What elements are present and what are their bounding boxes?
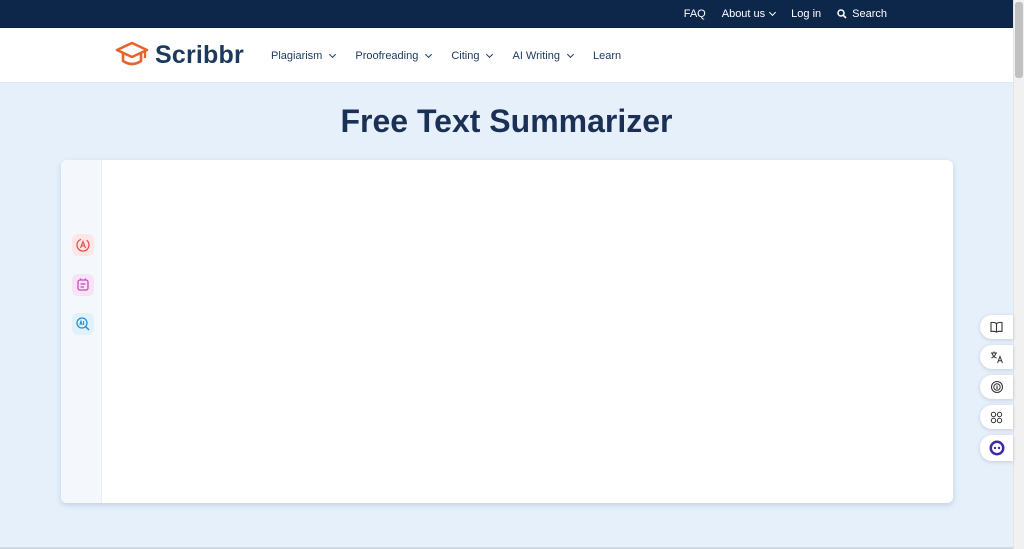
chat-bot-icon [989,440,1004,456]
chat-bot-float-button[interactable] [980,435,1013,461]
page-title: Free Text Summarizer [340,103,673,139]
apps-icon [990,411,1003,423]
chevron-down-icon [769,8,777,17]
translate-icon [990,351,1003,364]
nav-learn[interactable]: Learn [593,50,621,62]
nav-label: Proofreading [355,49,419,62]
search-label: Search [852,8,887,20]
search-link[interactable]: Search [837,8,887,20]
nav-label: Plagiarism [271,49,323,62]
login-link[interactable]: Log in [791,8,821,20]
main-navbar: Scribbr Plagiarism Proofreading Citing A… [0,28,1013,83]
chevron-down-icon [425,50,433,58]
faq-link[interactable]: FAQ [684,8,706,20]
scrollbar-thumb[interactable] [1015,2,1023,78]
about-us-menu[interactable]: About us [721,8,777,20]
translate-float-button[interactable] [980,345,1013,369]
chevron-down-icon [329,50,337,58]
chevron-down-icon [486,50,494,58]
search-icon [837,9,847,19]
primary-nav: Plagiarism Proofreading Citing AI Writin… [271,28,621,83]
ai-detect-tool-button[interactable] [72,313,94,335]
book-float-button[interactable] [980,315,1013,339]
apps-float-button[interactable] [980,405,1013,429]
chevron-down-icon [566,50,575,58]
ai-detect-icon [76,317,90,331]
summarize-icon [77,278,89,291]
nav-label: AI Writing [512,49,560,62]
top-utility-bar: FAQ About us Log in Search [0,0,1013,28]
paraphrase-icon [76,238,90,252]
about-us-label: About us [721,8,766,20]
fingerprint-float-button[interactable] [980,375,1013,399]
brand-name: Scribbr [155,40,244,69]
scribbr-logo[interactable]: Scribbr [115,40,244,70]
nav-proofreading[interactable]: Proofreading [355,49,433,62]
utility-links: FAQ About us Log in Search [684,0,887,28]
summarize-tool-button[interactable] [72,274,94,296]
nav-label: Learn [592,49,622,62]
fingerprint-icon [990,381,1003,393]
paraphrase-tool-button[interactable] [72,234,94,256]
nav-citing[interactable]: Citing [451,49,494,62]
nav-label: Citing [451,49,480,62]
nav-ai-writing[interactable]: AI Writing [512,49,575,62]
book-icon [990,321,1003,333]
nav-plagiarism[interactable]: Plagiarism [271,49,337,62]
summarizer-card [61,160,953,503]
page-scrollbar[interactable] [1013,0,1024,549]
graduation-cap-icon [115,41,149,66]
tool-rail [61,160,102,503]
